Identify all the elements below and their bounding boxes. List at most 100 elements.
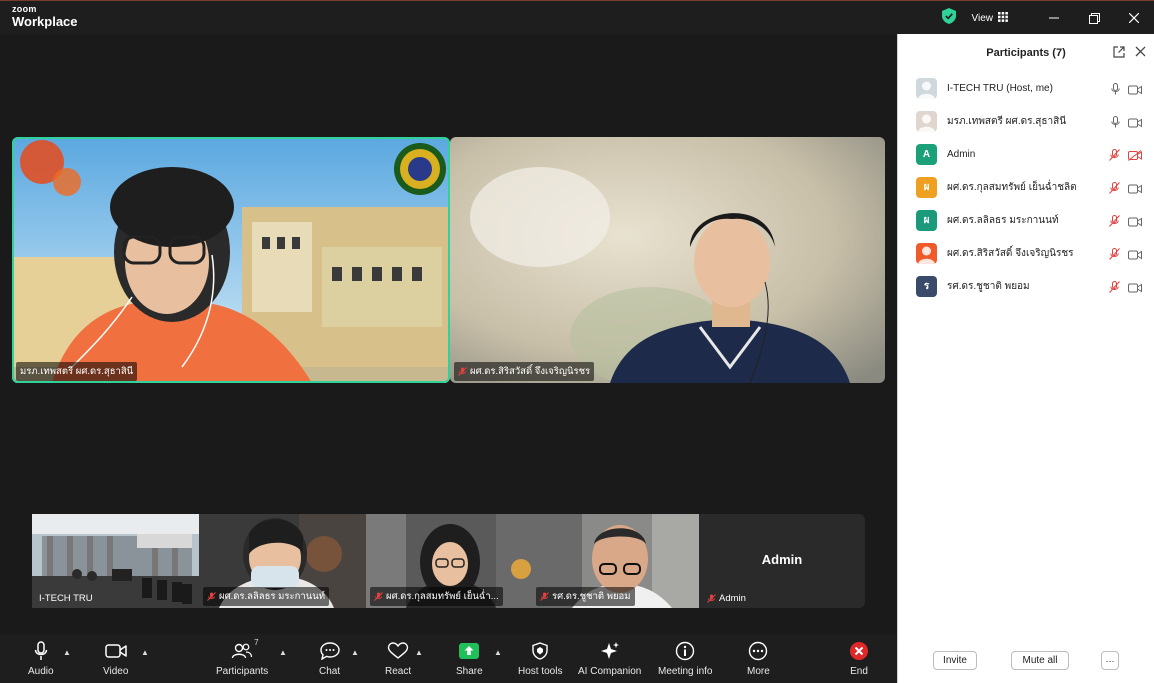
video-options-caret[interactable]: ▲ bbox=[141, 648, 149, 657]
participant-name: รศ.ดร.ชูชาติ พยอม bbox=[552, 591, 631, 602]
video-tile-participant[interactable]: ผศ.ดร.สิริสวัสดิ์ จึงเจริญนิรชร bbox=[450, 137, 885, 383]
mic-muted-icon[interactable] bbox=[1109, 280, 1120, 298]
more-button[interactable]: More bbox=[747, 640, 770, 677]
strip-tile-itech[interactable]: I-TECH TRU bbox=[32, 514, 199, 608]
participant-name: ผศ.ดร.กุลสมทรัพย์ เย็นฉ่ำ... bbox=[386, 591, 499, 602]
participants-button[interactable]: 7 Participants bbox=[216, 638, 268, 677]
mute-all-button[interactable]: Mute all bbox=[1011, 651, 1069, 670]
video-tile-name-tag: มรภ.เทพสตรี ผศ.ดร.สุธาสินี bbox=[16, 362, 138, 381]
avatar: ร bbox=[916, 276, 937, 297]
participants-panel: Participants (7) I-TECH TRU (Host, me) มร… bbox=[897, 34, 1154, 683]
audio-label: Audio bbox=[28, 666, 54, 677]
participant-row[interactable]: มรภ.เทพสตรี ผศ.ดร.สุธาสินี bbox=[898, 105, 1154, 138]
video-tile-name-tag: I-TECH TRU bbox=[35, 591, 97, 606]
avatar bbox=[916, 111, 937, 132]
ai-companion-label: AI Companion bbox=[578, 666, 642, 677]
participant-row[interactable]: ผ ผศ.ดร.ลลิลธร มระกานนท์ bbox=[898, 204, 1154, 237]
react-button[interactable]: React bbox=[385, 640, 411, 677]
avatar: ผ bbox=[916, 210, 937, 231]
camera-icon[interactable] bbox=[1128, 214, 1142, 232]
mic-muted-icon[interactable] bbox=[1109, 247, 1120, 265]
video-off-icon[interactable] bbox=[1128, 148, 1142, 166]
microphone-icon bbox=[34, 640, 48, 662]
mic-muted-icon[interactable] bbox=[1109, 181, 1120, 199]
mic-muted-icon[interactable] bbox=[1109, 214, 1120, 232]
participant-row[interactable]: A Admin bbox=[898, 138, 1154, 171]
microphone-icon[interactable] bbox=[1111, 115, 1120, 133]
heart-icon bbox=[387, 640, 409, 662]
participants-list: I-TECH TRU (Host, me) มรภ.เทพสตรี ผศ.ดร.ส… bbox=[898, 72, 1154, 303]
strip-tile-admin[interactable]: Admin Admin bbox=[699, 514, 865, 608]
participant-row[interactable]: ร รศ.ดร.ชูชาติ พยอม bbox=[898, 270, 1154, 303]
video-button[interactable]: Video bbox=[103, 640, 128, 677]
participant-name: มรภ.เทพสตรี ผศ.ดร.สุธาสินี bbox=[947, 116, 1067, 127]
video-label: Video bbox=[103, 666, 129, 677]
participants-panel-header: Participants (7) bbox=[898, 34, 1154, 72]
strip-tile-participant[interactable]: รศ.ดร.ชูชาติ พยอม bbox=[532, 514, 699, 608]
video-tile-name-tag: ผศ.ดร.สิริสวัสดิ์ จึงเจริญนิรชร bbox=[454, 362, 595, 381]
video-stage: มรภ.เทพสตรี ผศ.ดร.สุธาสินี ผศ.ดร.สิริสวั… bbox=[0, 34, 897, 634]
camera-icon[interactable] bbox=[1128, 181, 1142, 199]
mic-muted-icon[interactable] bbox=[1109, 148, 1120, 166]
participant-row[interactable]: ผศ.ดร.สิริสวัสดิ์ จึงเจริญนิรชร bbox=[898, 237, 1154, 270]
react-options-caret[interactable]: ▲ bbox=[415, 648, 423, 657]
participant-row[interactable]: ผ ผศ.ดร.กุลสมทรัพย์ เย็นฉ่ำชลิต bbox=[898, 171, 1154, 204]
end-icon bbox=[849, 640, 869, 662]
avatar bbox=[916, 243, 937, 264]
react-label: React bbox=[385, 666, 412, 677]
share-button[interactable]: Share bbox=[456, 640, 483, 677]
camera-icon[interactable] bbox=[1128, 247, 1142, 265]
strip-tile-participant[interactable]: ผศ.ดร.ลลิลธร มระกานนท์ bbox=[199, 514, 366, 608]
view-button[interactable]: View bbox=[972, 11, 1009, 25]
camera-icon bbox=[104, 640, 127, 662]
participant-row[interactable]: I-TECH TRU (Host, me) bbox=[898, 72, 1154, 105]
more-dots-icon bbox=[748, 640, 768, 662]
restore-button[interactable] bbox=[1074, 1, 1114, 35]
panel-more-button[interactable]: ··· bbox=[1101, 651, 1119, 670]
zoom-logo: zoom Workplace bbox=[12, 4, 78, 29]
chat-button[interactable]: Chat bbox=[319, 640, 340, 677]
camera-icon[interactable] bbox=[1128, 280, 1142, 298]
close-window-button[interactable] bbox=[1114, 1, 1154, 35]
participant-name: ผศ.ดร.ลลิลธร มระกานนท์ bbox=[219, 591, 325, 602]
people-icon: 7 bbox=[231, 638, 259, 662]
share-screen-icon bbox=[458, 640, 480, 662]
host-tools-button[interactable]: Host tools bbox=[518, 640, 562, 677]
video-tile-name-tag: รศ.ดร.ชูชาติ พยอม bbox=[536, 587, 635, 606]
meeting-info-button[interactable]: Meeting info bbox=[658, 640, 712, 677]
participant-name: ผศ.ดร.กุลสมทรัพย์ เย็นฉ่ำชลิต bbox=[947, 182, 1077, 193]
participant-name: Admin bbox=[719, 593, 746, 604]
participants-options-caret[interactable]: ▲ bbox=[279, 648, 287, 657]
participant-name: ผศ.ดร.สิริสวัสดิ์ จึงเจริญนิรชร bbox=[470, 366, 591, 377]
microphone-icon[interactable] bbox=[1111, 82, 1120, 100]
zoom-window: zoom Workplace View มรภ.เทพสตรี ผศ.ดร.สุ… bbox=[0, 0, 1154, 683]
end-meeting-button[interactable]: End bbox=[849, 640, 869, 677]
video-tile-name-tag: ผศ.ดร.ลลิลธร มระกานนท์ bbox=[203, 587, 329, 606]
video-off-name: Admin bbox=[761, 552, 803, 567]
participant-name: มรภ.เทพสตรี ผศ.ดร.สุธาสินี bbox=[20, 366, 134, 377]
shield-icon bbox=[532, 640, 548, 662]
camera-icon[interactable] bbox=[1128, 115, 1142, 133]
grid-icon bbox=[998, 11, 1008, 25]
avatar bbox=[916, 78, 937, 99]
audio-options-caret[interactable]: ▲ bbox=[63, 648, 71, 657]
pop-out-icon[interactable] bbox=[1113, 46, 1125, 61]
strip-tile-participant[interactable]: ผศ.ดร.กุลสมทรัพย์ เย็นฉ่ำ... bbox=[366, 514, 532, 608]
video-tile-speaker[interactable]: มรภ.เทพสตรี ผศ.ดร.สุธาสินี bbox=[12, 137, 450, 383]
share-options-caret[interactable]: ▲ bbox=[494, 648, 502, 657]
host-tools-label: Host tools bbox=[518, 666, 563, 677]
info-icon bbox=[675, 640, 695, 662]
audio-button[interactable]: Audio bbox=[28, 640, 54, 677]
encryption-shield-icon[interactable] bbox=[941, 7, 956, 29]
minimize-button[interactable] bbox=[1034, 1, 1074, 35]
chat-label: Chat bbox=[319, 666, 341, 677]
chat-options-caret[interactable]: ▲ bbox=[351, 648, 359, 657]
participants-panel-title: Participants (7) bbox=[986, 47, 1066, 59]
avatar: A bbox=[916, 144, 937, 165]
share-label: Share bbox=[456, 666, 483, 677]
ai-companion-button[interactable]: AI Companion bbox=[578, 640, 641, 677]
logo-brand-small: zoom bbox=[12, 4, 37, 14]
invite-button[interactable]: Invite bbox=[933, 651, 977, 670]
close-panel-icon[interactable] bbox=[1135, 46, 1146, 61]
camera-icon[interactable] bbox=[1128, 82, 1142, 100]
